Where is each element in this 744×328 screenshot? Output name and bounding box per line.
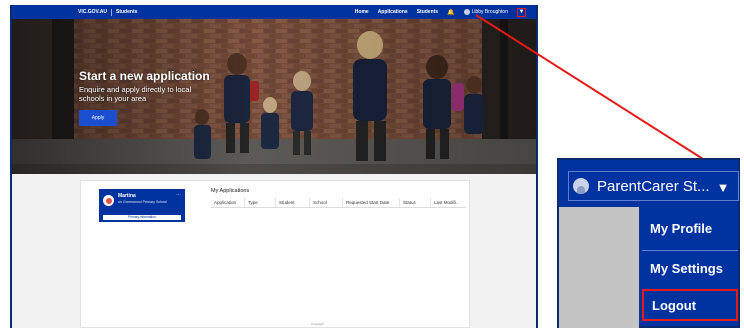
brand: VIC.GOV.AU Students: [78, 8, 138, 16]
nav-link-home[interactable]: Home: [355, 9, 369, 15]
dropdown-user-name: ParentCarer St...: [597, 177, 710, 195]
dashboard-area: Martina … on Greenwood Primary School Pr…: [12, 174, 536, 328]
zoomed-user-dropdown: ParentCarer St... ▼ My Profile My Settin…: [557, 158, 740, 328]
top-navigation-bar: VIC.GOV.AU Students Home Applications St…: [12, 5, 536, 19]
column-header-application[interactable]: Application: [211, 198, 245, 207]
nav-link-students[interactable]: Students: [417, 9, 438, 15]
brand-divider: [111, 8, 112, 16]
menu-item-my-profile[interactable]: My Profile: [642, 210, 738, 246]
person-icon: [105, 197, 112, 204]
column-header-last-modified[interactable]: Last Modifi..: [431, 198, 466, 207]
apply-button[interactable]: Apply: [79, 110, 117, 126]
user-menu[interactable]: Libby Broughton: [463, 9, 508, 15]
footer-text: Copyright: [311, 322, 324, 326]
avatar: [573, 178, 589, 194]
screenshot-stage: VIC.GOV.AU Students Home Applications St…: [0, 0, 744, 328]
dashboard-panel: Martina … on Greenwood Primary School Pr…: [80, 180, 470, 328]
hero-banner: Start a new application Enquire and appl…: [12, 19, 536, 174]
user-name: Libby Broughton: [471, 9, 508, 15]
hero-subtitle: Enquire and apply directly to local scho…: [79, 85, 192, 103]
user-menu-toggle[interactable]: ▼: [517, 7, 526, 17]
nav-link-applications[interactable]: Applications: [378, 9, 408, 15]
avatar: [463, 9, 470, 15]
student-avatar: [103, 195, 114, 206]
column-header-student[interactable]: Student: [276, 198, 310, 207]
applications-title: My Applications: [211, 188, 250, 194]
profile-card-bar[interactable]: Primary information: [103, 215, 181, 220]
brand-logo-text[interactable]: VIC.GOV.AU: [78, 9, 107, 15]
applications-table-header: Application Type Student School Requeste…: [211, 198, 466, 208]
column-header-school[interactable]: School: [310, 198, 343, 207]
column-header-start-date[interactable]: Requested Start Date: [343, 198, 400, 207]
hero-title: Start a new application: [79, 69, 210, 83]
dropdown-header[interactable]: ParentCarer St... ▼: [568, 171, 739, 201]
nav-links: Home Applications Students 🔔 Libby Broug…: [355, 7, 526, 17]
person-icon: [577, 186, 585, 194]
bell-icon[interactable]: 🔔: [447, 9, 454, 16]
caret-down-icon[interactable]: ▼: [713, 177, 733, 197]
section-title: Students: [116, 9, 138, 15]
portal-window: VIC.GOV.AU Students Home Applications St…: [10, 5, 538, 328]
student-name: Martina: [118, 193, 136, 199]
more-options-icon[interactable]: …: [176, 191, 181, 197]
column-header-type[interactable]: Type: [245, 198, 276, 207]
dropdown-backdrop: [559, 207, 639, 328]
caret-down-icon: ▼: [518, 9, 525, 15]
column-header-status[interactable]: Status: [400, 198, 431, 207]
student-school: on Greenwood Primary School: [118, 200, 167, 204]
menu-item-my-settings[interactable]: My Settings: [642, 250, 738, 286]
menu-item-logout[interactable]: Logout: [642, 289, 738, 321]
student-profile-card[interactable]: Martina … on Greenwood Primary School Pr…: [99, 189, 185, 222]
